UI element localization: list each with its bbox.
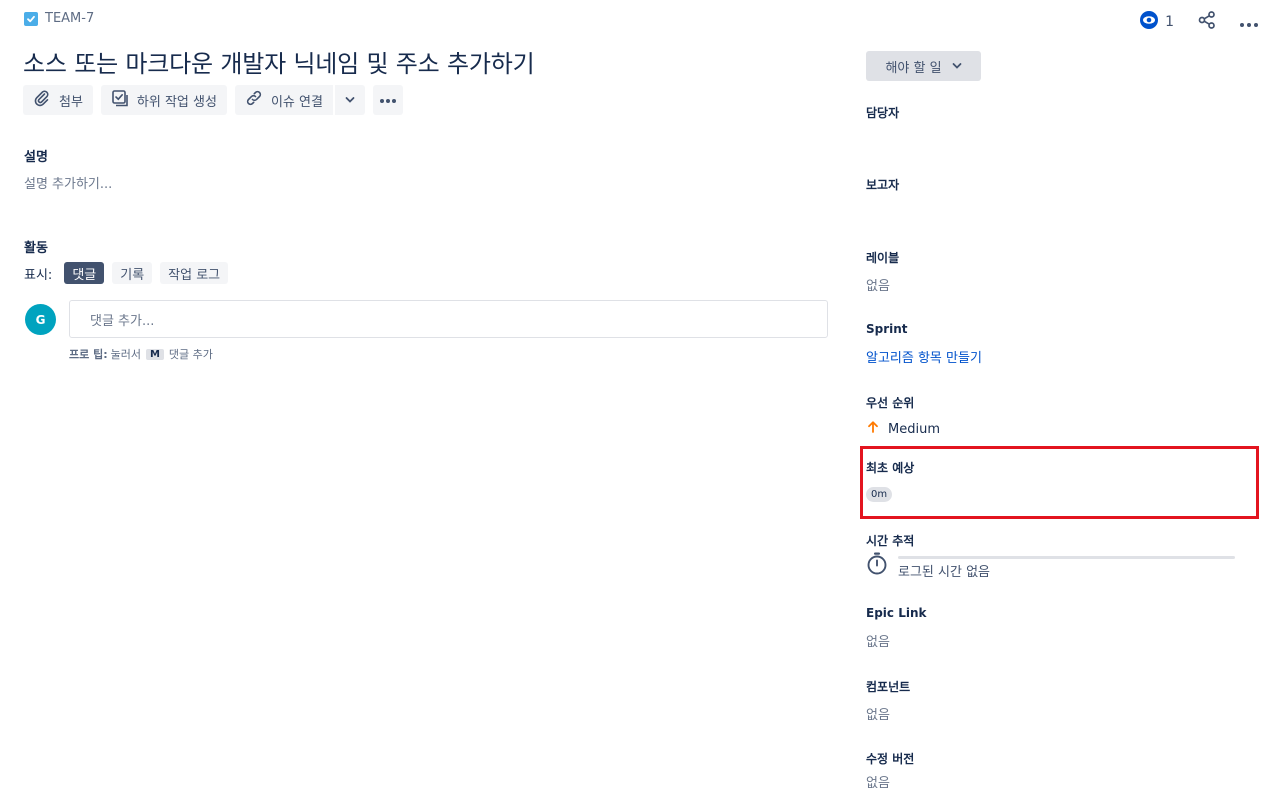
subtask-label: 하위 작업 생성 [136,94,217,110]
activity-filter: 표시: 댓글 기록 작업 로그 [24,262,229,284]
tab-work-log[interactable]: 작업 로그 [160,262,229,284]
watch-button[interactable]: 1 [1133,6,1180,38]
chevron-down-icon [345,93,355,108]
labels-value[interactable]: 없음 [866,275,890,294]
attach-button[interactable]: 첨부 [23,85,93,115]
more-actions-button[interactable] [1234,8,1264,36]
paperclip-icon [33,89,51,111]
description-field[interactable]: 설명 추가하기... [24,173,112,192]
activity-heading: 활동 [24,241,48,256]
issue-toolbar: 첨부 하위 작업 생성 이슈 연결 [23,85,403,115]
chevron-down-icon [952,59,962,74]
components-value[interactable]: 없음 [866,704,890,723]
subtask-icon [111,89,129,111]
toolbar-more-button[interactable] [372,85,403,115]
avatar: G [25,304,56,335]
link-issue-button[interactable]: 이슈 연결 [234,85,333,115]
original-estimate-label: 최초 예상 [866,461,915,475]
issue-header-actions: 1 [1133,6,1264,38]
arrow-up-icon [866,420,880,438]
reporter-label: 보고자 [866,178,900,192]
labels-label: 레이블 [866,251,900,265]
fix-version-value[interactable]: 없음 [866,772,890,788]
epic-link-label: Epic Link [866,606,927,620]
epic-link-value[interactable]: 없음 [866,631,890,650]
pro-tip-middle: 눌러서 [110,348,141,361]
description-heading: 설명 [24,150,48,165]
components-label: 컴포넌트 [866,680,911,694]
shortcut-key: M [145,348,164,360]
activity-show-label: 표시: [24,267,53,283]
eye-icon [1139,10,1159,34]
priority-value: Medium [888,421,940,437]
task-type-icon [24,11,38,26]
status-dropdown-button[interactable]: 해야 할 일 [866,51,981,81]
link-issue-dropdown-button[interactable] [334,85,365,115]
tab-comments[interactable]: 댓글 [64,262,105,284]
priority-label: 우선 순위 [866,396,915,410]
attach-label: 첨부 [59,94,83,110]
pro-tip-suffix: 댓글 추가 [168,348,213,361]
issue-key-link[interactable]: TEAM-7 [45,11,94,26]
watch-count: 1 [1165,14,1174,30]
original-estimate-value[interactable]: 0m [866,487,893,502]
priority-field[interactable]: Medium [866,420,940,438]
more-icon [379,93,397,108]
highlight-box [860,446,1259,519]
link-issue-group: 이슈 연결 [234,85,365,115]
tab-history[interactable]: 기록 [112,262,153,284]
issue-title[interactable]: 소스 또는 마크다운 개발자 닉네임 및 주소 추가하기 [23,44,535,79]
create-subtask-button[interactable]: 하위 작업 생성 [100,85,227,115]
sprint-label: Sprint [866,322,908,336]
pro-tip: 프로 팁: 눌러서 M 댓글 추가 [69,346,213,362]
breadcrumb: TEAM-7 [24,11,94,26]
status-label: 해야 할 일 [885,60,942,76]
share-icon [1197,10,1217,34]
fix-version-label: 수정 버전 [866,752,915,766]
comment-input[interactable]: 댓글 추가... [69,300,828,338]
time-tracking-bar [898,556,1235,559]
assignee-label: 담당자 [866,106,900,120]
time-tracking-field[interactable]: 로그된 시간 없음 [866,552,1236,580]
share-button[interactable] [1192,8,1222,36]
pro-tip-prefix: 프로 팁: [69,348,108,361]
link-issue-label: 이슈 연결 [270,94,323,110]
time-tracking-value: 로그된 시간 없음 [898,565,990,580]
link-icon [245,89,263,111]
stopwatch-icon [866,552,888,580]
time-tracking-label: 시간 추적 [866,534,915,548]
more-icon [1239,13,1259,32]
sprint-link[interactable]: 알고리즘 항목 만들기 [866,347,982,366]
